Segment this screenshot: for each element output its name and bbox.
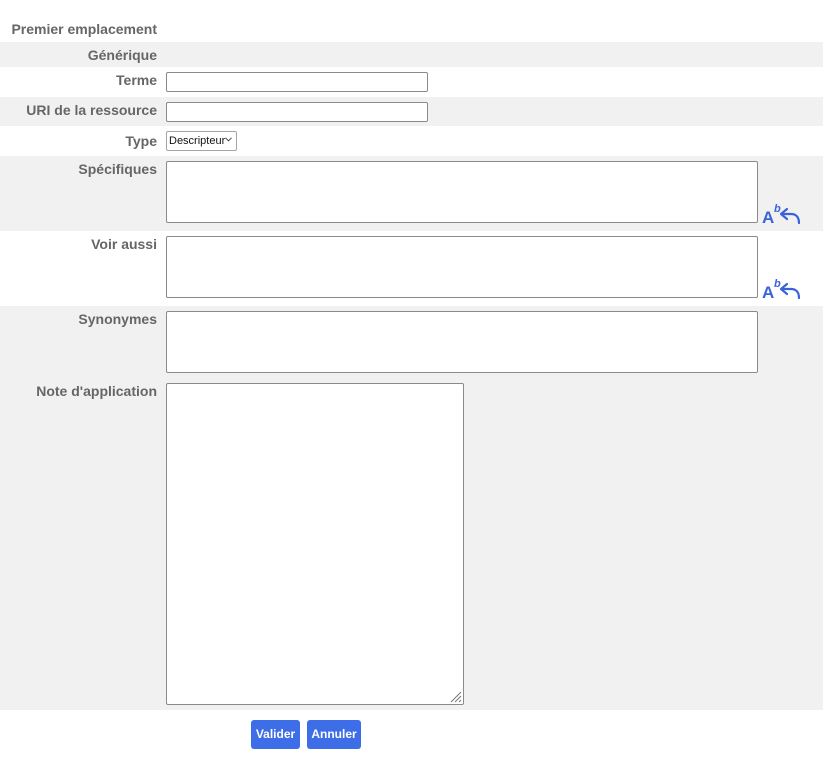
premier-emplacement-label: Premier emplacement <box>11 21 157 37</box>
type-selected-value: Descripteur <box>169 135 226 147</box>
specifiques-textarea[interactable] <box>166 161 758 223</box>
voir-aussi-label: Voir aussi <box>91 236 157 252</box>
resize-handle-icon[interactable] <box>450 691 462 703</box>
synonymes-textarea[interactable] <box>166 311 758 373</box>
autocomplete-icon[interactable]: A b <box>761 278 803 301</box>
note-application-textarea[interactable] <box>166 383 464 705</box>
uri-label: URI de la ressource <box>26 102 157 118</box>
synonymes-label: Synonymes <box>78 311 157 327</box>
annuler-button[interactable]: Annuler <box>307 720 361 749</box>
row-type <box>0 126 823 156</box>
terme-label: Terme <box>116 72 157 88</box>
voir-aussi-textarea[interactable] <box>166 236 758 298</box>
type-label: Type <box>125 133 157 149</box>
terme-input[interactable] <box>166 72 428 92</box>
autocomplete-icon[interactable]: A b <box>761 203 803 226</box>
specifiques-label: Spécifiques <box>78 161 157 177</box>
valider-button[interactable]: Valider <box>251 720 300 749</box>
chevron-down-icon <box>225 137 232 142</box>
reply-arrow-icon <box>779 207 801 225</box>
reply-arrow-icon <box>779 282 801 300</box>
uri-input[interactable] <box>166 102 428 122</box>
generique-label: Générique <box>87 47 157 63</box>
type-select[interactable]: Descripteur <box>166 131 237 151</box>
note-application-label: Note d'application <box>36 383 157 399</box>
